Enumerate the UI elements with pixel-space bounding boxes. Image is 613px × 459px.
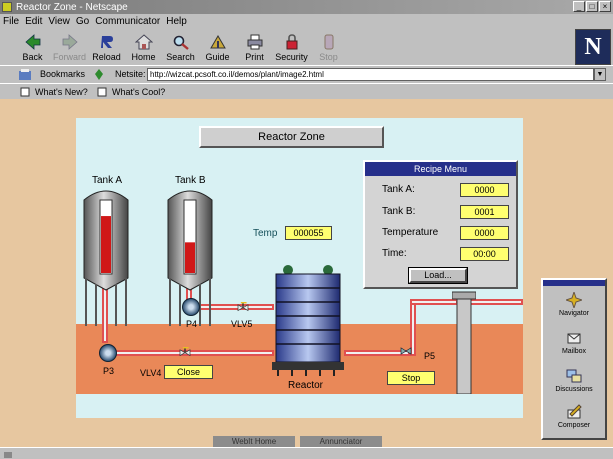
pipe-up-right: [410, 299, 458, 305]
title-bar: Reactor Zone - Netscape _ □ ×: [0, 0, 613, 14]
reactor-vessel[interactable]: [272, 264, 344, 376]
reload-button[interactable]: Reload: [88, 34, 125, 65]
pump-p3[interactable]: [99, 344, 117, 362]
tank-b-level-bar: [185, 242, 195, 273]
discussions-button[interactable]: Discussions: [543, 368, 605, 393]
recipe-menu-panel: Recipe Menu Tank A: 0000 Tank B: 0001 Te…: [363, 160, 518, 289]
valve-p5[interactable]: [399, 346, 413, 356]
recipe-tank-a-label: Tank A:: [382, 184, 415, 195]
home-button[interactable]: Home: [125, 34, 162, 65]
recipe-tank-a-value[interactable]: 0000: [460, 183, 509, 197]
discussions-icon: [566, 369, 582, 383]
guide-icon: [209, 35, 226, 49]
bookmarks-icon[interactable]: [18, 69, 32, 81]
tank-a-label: Tank A: [92, 175, 123, 186]
reactor-zone-diagram: Reactor Zone Tank A Tank B Temp 000055 R…: [76, 118, 523, 418]
forward-arrow-icon: [62, 34, 78, 50]
recipe-temperature-value[interactable]: 0000: [460, 226, 509, 240]
maximize-button[interactable]: □: [586, 1, 598, 12]
vlv5-label: VLV5: [231, 319, 253, 329]
pump-p4[interactable]: [182, 298, 200, 316]
output-column[interactable]: [452, 290, 476, 394]
vlv4-status[interactable]: Close: [164, 365, 213, 379]
lock-icon: [286, 34, 297, 50]
whats-new-link[interactable]: What's New?: [35, 87, 88, 97]
personal-toolbar: What's New? What's Cool?: [0, 83, 613, 99]
location-bar: Bookmarks Netsite: http://wizcat.pcsoft.…: [0, 65, 613, 83]
recipe-time-value[interactable]: 00:00: [460, 247, 509, 261]
bookmark-page-icon: [20, 87, 30, 97]
mailbox-button[interactable]: Mailbox: [543, 330, 605, 355]
composer-button[interactable]: Composer: [543, 404, 605, 429]
reactor-label: Reactor: [288, 380, 324, 391]
url-history-dropdown[interactable]: ▼: [594, 68, 606, 81]
stop-icon: [324, 34, 333, 50]
menu-go[interactable]: Go: [76, 16, 89, 27]
p5-status[interactable]: Stop: [387, 371, 435, 385]
netscape-app-icon: [2, 2, 12, 12]
menu-help[interactable]: Help: [166, 16, 187, 27]
back-arrow-icon: [24, 34, 40, 50]
bookmark-page-icon: [97, 87, 107, 97]
back-button[interactable]: Back: [14, 34, 51, 65]
guide-button[interactable]: Guide: [199, 34, 236, 65]
tank-b-label: Tank B: [175, 175, 206, 186]
whats-cool-link[interactable]: What's Cool?: [112, 87, 165, 97]
tank-a[interactable]: [80, 186, 132, 328]
page-content: Reactor Zone Tank A Tank B Temp 000055 R…: [0, 99, 613, 448]
netsite-label: Netsite:: [115, 69, 146, 79]
close-button[interactable]: ×: [599, 1, 611, 12]
component-bar: Navigator Mailbox Discussions Composer: [541, 278, 607, 440]
temp-label: Temp: [253, 228, 278, 239]
vlv4-label: VLV4: [140, 368, 162, 378]
valve-vlv4[interactable]: [178, 347, 192, 357]
p4-label: P4: [186, 319, 198, 329]
menu-bar: File Edit View Go Communicator Help: [0, 14, 613, 29]
forward-button[interactable]: Forward: [51, 34, 88, 65]
netscape-logo[interactable]: N: [575, 29, 611, 65]
menu-communicator[interactable]: Communicator: [95, 16, 160, 27]
print-icon: [247, 34, 262, 50]
search-icon: [173, 35, 189, 50]
component-bar-handle[interactable]: [543, 280, 605, 286]
load-button[interactable]: Load...: [409, 268, 467, 283]
security-button[interactable]: Security: [273, 34, 310, 65]
navigation-toolbar: Back Forward Reload Home Search Guide Pr…: [0, 29, 580, 65]
security-status-icon[interactable]: [3, 449, 13, 458]
composer-icon: [567, 404, 582, 419]
navigator-icon: [564, 290, 584, 310]
p3-label: P3: [103, 366, 115, 376]
recipe-time-label: Time:: [382, 248, 407, 259]
home-icon: [134, 34, 153, 50]
status-bar: [0, 447, 613, 459]
url-input[interactable]: http://wizcat.pcsoft.co.il/demos/plant/i…: [147, 68, 594, 81]
search-button[interactable]: Search: [162, 34, 199, 65]
minimize-button[interactable]: _: [573, 1, 585, 12]
window-title: Reactor Zone - Netscape: [16, 1, 128, 13]
tank-a-level-bar: [101, 216, 111, 273]
menu-file[interactable]: File: [3, 16, 19, 27]
temp-value: 000055: [285, 226, 332, 240]
recipe-temperature-label: Temperature: [382, 227, 439, 238]
p5-label: P5: [424, 351, 436, 361]
recipe-menu-title: Recipe Menu: [365, 162, 516, 176]
reload-icon: [100, 36, 113, 48]
valve-vlv5[interactable]: [236, 302, 250, 312]
menu-view[interactable]: View: [48, 16, 70, 27]
menu-edit[interactable]: Edit: [25, 16, 42, 27]
recipe-tank-b-value[interactable]: 0001: [460, 205, 509, 219]
navigator-button[interactable]: Navigator: [543, 290, 605, 317]
mailbox-icon: [567, 333, 581, 344]
bookmarks-button[interactable]: Bookmarks: [40, 69, 85, 79]
recipe-tank-b-label: Tank B:: [382, 206, 416, 217]
print-button[interactable]: Print: [236, 34, 273, 65]
page-proxy-icon[interactable]: [93, 68, 105, 81]
zone-title: Reactor Zone: [199, 126, 384, 148]
stop-button[interactable]: Stop: [310, 34, 347, 65]
